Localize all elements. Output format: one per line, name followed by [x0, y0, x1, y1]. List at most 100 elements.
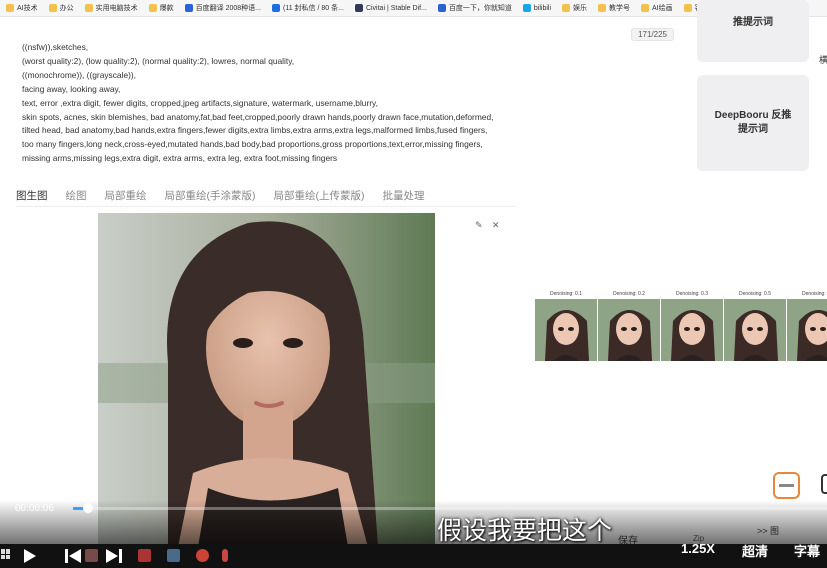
bookmark-icon: [6, 4, 14, 12]
gallery-thumbnail[interactable]: Denoising: 0.5: [724, 290, 786, 361]
progress-knob[interactable]: [83, 503, 93, 513]
bookmark-item[interactable]: 百度一下，你就知道: [437, 3, 512, 13]
portrait-photo: [98, 213, 435, 547]
clip-interrogate-button[interactable]: 推提示词: [697, 0, 809, 62]
prompt-line: text, error ,extra digit, fewer digits, …: [22, 97, 378, 108]
bookmark-icon: [598, 4, 607, 12]
tab-5[interactable]: 批量处理: [383, 186, 425, 206]
previous-button[interactable]: [65, 544, 81, 568]
bookmark-label: 实用电脑技术: [95, 5, 138, 12]
prompt-line: missing arms,missing legs,extra digit, e…: [22, 153, 338, 164]
bookmark-label: Civitai | Stable Dif...: [365, 4, 427, 12]
taskbar-app-icon[interactable]: [167, 549, 180, 562]
bookmark-item[interactable]: 办公: [48, 3, 74, 13]
deepbooru-interrogate-label: DeepBooru 反推 提示词: [714, 110, 792, 135]
token-counter: 171/225: [631, 28, 674, 41]
microphone-icon[interactable]: [222, 549, 228, 562]
bookmark-icon: [48, 4, 57, 12]
bookmark-icon: [148, 4, 157, 12]
subtitle-text: 假设我要把这个: [437, 516, 613, 545]
thumbnail-image: [598, 299, 660, 361]
bookmark-label: (11 封私信 / 80 条...: [282, 5, 344, 12]
thumbnail-label: Denoising: 0.5: [739, 291, 771, 297]
bookmark-icon: [522, 4, 531, 12]
img2img-tabs: 图生图 绘图 局部重绘 局部重绘(手涂蒙版) 局部重绘(上传蒙版) 批量处理: [16, 186, 443, 206]
bookmark-label: 办公: [59, 5, 74, 12]
bookmark-label: 爆款: [159, 5, 174, 12]
bookmark-item[interactable]: 爆款: [148, 3, 174, 13]
gallery-thumbnail[interactable]: Denoising: 0.2: [598, 290, 660, 361]
taskbar-app-icon[interactable]: [138, 549, 151, 562]
gallery-thumbnail[interactable]: Denoising: 0.7: [787, 290, 827, 361]
windows-icon[interactable]: [1, 549, 11, 559]
prompt-line: facing away, looking away,: [22, 83, 121, 94]
grid-button[interactable]: [773, 472, 800, 499]
bookmark-item[interactable]: (11 封私信 / 80 条...: [271, 3, 344, 13]
taskbar-app-icon[interactable]: [196, 549, 209, 562]
skip-back-icon: [65, 549, 81, 563]
bookmark-item[interactable]: 百度翻译 2008种语...: [184, 3, 261, 13]
bookmark-icon: [184, 4, 193, 12]
bookmark-label: bilibili: [533, 4, 552, 12]
thumbnail-label: Denoising: 0.3: [676, 291, 708, 297]
prompt-line: ((nsfw)),sketches,: [22, 42, 89, 52]
bookmark-label: 百度翻译 2008种语...: [195, 5, 261, 12]
edit-icon[interactable]: ✎: [475, 220, 483, 231]
bookmark-item[interactable]: 实用电脑技术: [84, 3, 138, 13]
tab-1[interactable]: 绘图: [66, 186, 87, 206]
gallery-thumbnail[interactable]: Denoising: 0.3: [661, 290, 723, 361]
playback-speed[interactable]: 1.25X: [681, 541, 715, 556]
clip-interrogate-label: 推提示词: [733, 17, 773, 28]
bookmark-label: 教学号: [609, 5, 631, 12]
bookmark-item[interactable]: AI绘画: [641, 3, 673, 13]
gallery-thumbnail[interactable]: Denoising: 0.1: [535, 290, 597, 361]
prompt-line: too many fingers,long neck,cross-eyed,mu…: [22, 139, 483, 150]
thumbnail-label: Denoising: 0.1: [550, 291, 582, 297]
bookmark-icon: [271, 4, 280, 12]
skip-forward-icon: [106, 549, 122, 563]
tab-4[interactable]: 局部重绘(上传蒙版): [274, 186, 365, 206]
tab-0[interactable]: 图生图: [16, 186, 48, 206]
bookmark-item[interactable]: 娱乐: [562, 3, 587, 13]
prompt-line: skin spots, acnes, skin blemishes, bad a…: [22, 111, 494, 122]
thumbnail-label: Denoising: 0.2: [613, 291, 645, 297]
progress-track[interactable]: [73, 507, 827, 510]
bookmark-label: AI技术: [17, 5, 38, 12]
playback-time: 00:00:06: [15, 503, 54, 514]
tab-2[interactable]: 局部重绘: [105, 186, 147, 206]
bookmark-icon: [562, 4, 571, 12]
thumbnail-image: [661, 299, 723, 361]
play-icon: [24, 549, 36, 563]
prompt-line: ((monochrome)), ((grayscale)),: [22, 69, 137, 80]
taskbar-app-icon[interactable]: [85, 549, 98, 562]
bookmark-icon: [683, 4, 692, 12]
tab-3[interactable]: 局部重绘(手涂蒙版): [165, 186, 256, 206]
thumbnail-image: [787, 299, 827, 361]
bookmark-item[interactable]: 教学号: [598, 3, 630, 13]
next-button[interactable]: [106, 544, 122, 568]
negative-prompt-textarea[interactable]: 171/225 ((nsfw)),sketches, (worst quality…: [14, 24, 678, 172]
source-image[interactable]: [98, 213, 435, 547]
prompt-line: (worst quality:2), (low quality:2), (nor…: [22, 55, 295, 66]
quality-selector[interactable]: 超清: [742, 541, 768, 560]
thumbnail-label: Denoising: 0.7: [802, 291, 827, 297]
bookmark-item[interactable]: AI技术: [6, 3, 38, 13]
bookmark-label: 娱乐: [573, 5, 588, 12]
bookmark-icon: [354, 4, 363, 12]
captions-toggle[interactable]: 字幕: [794, 541, 820, 560]
play-button[interactable]: [24, 544, 36, 568]
negative-prompt-text: ((nsfw)),sketches, (worst quality:2), (lo…: [22, 41, 582, 166]
bookmark-item[interactable]: Civitai | Stable Dif...: [354, 4, 427, 12]
deepbooru-interrogate-button[interactable]: DeepBooru 反推 提示词: [697, 75, 809, 171]
settings-icon[interactable]: [821, 474, 827, 494]
send-to-img-button[interactable]: >> 图: [757, 524, 779, 537]
bookmark-label: AI绘画: [652, 5, 673, 12]
tabs-divider: [16, 206, 516, 207]
thumbnail-image: [724, 299, 786, 361]
prompt-line: tilted head, bad anatomy,bad hands,extra…: [22, 125, 488, 136]
bookmark-icon: [437, 4, 446, 12]
bookmark-item[interactable]: bilibili: [522, 4, 552, 12]
close-icon[interactable]: ✕: [492, 220, 500, 231]
bookmark-icon: [84, 4, 93, 12]
output-gallery: Denoising: 0.1 Denoising: 0.2 Denoising: 0…: [535, 290, 827, 361]
